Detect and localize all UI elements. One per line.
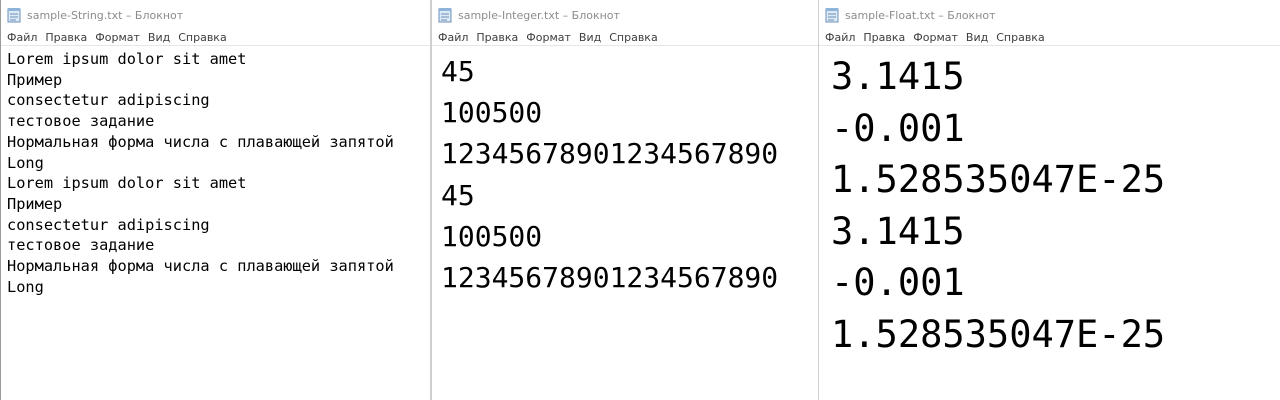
text-line: 12345678901234567890 xyxy=(441,137,779,171)
title-bar[interactable]: sample-Integer.txt – Блокнот xyxy=(432,0,818,30)
text-editor-area[interactable]: Lorem ipsum dolor sit amet Пример consec… xyxy=(1,46,430,297)
text-line: 45 xyxy=(441,55,475,88)
menu-help[interactable]: Справка xyxy=(178,31,226,44)
text-line: -0.001 xyxy=(831,261,965,304)
menu-help[interactable]: Справка xyxy=(996,31,1044,44)
menu-help[interactable]: Справка xyxy=(609,31,657,44)
text-line: Long xyxy=(7,277,44,296)
text-line: Lorem ipsum dolor sit amet xyxy=(7,174,247,193)
menu-edit[interactable]: Правка xyxy=(476,31,518,44)
window-title: sample-Integer.txt – Блокнот xyxy=(458,8,620,22)
text-line: 100500 xyxy=(441,96,543,130)
title-bar[interactable]: sample-String.txt – Блокнот xyxy=(1,0,430,30)
text-line: Нормальная форма числа с плавающей запят… xyxy=(7,132,394,151)
text-line: Пример xyxy=(7,70,63,89)
text-editor-area[interactable]: 3.1415 -0.001 1.528535047E-25 3.1415 -0.… xyxy=(819,46,1280,360)
menu-bar: Файл Правка Формат Вид Справка xyxy=(1,30,430,46)
menu-file[interactable]: Файл xyxy=(7,31,37,44)
menu-view[interactable]: Вид xyxy=(579,31,601,44)
text-line: тестовое задание xyxy=(7,236,155,255)
text-line: 45 xyxy=(441,178,475,212)
text-line: Пример xyxy=(7,194,63,213)
notepad-icon xyxy=(7,8,21,23)
window-title: sample-Float.txt – Блокнот xyxy=(845,8,996,22)
text-line: 100500 xyxy=(441,219,543,253)
text-line: 3.1415 xyxy=(831,209,965,253)
menu-file[interactable]: Файл xyxy=(825,31,855,44)
text-line: -0.001 xyxy=(831,106,965,150)
menu-file[interactable]: Файл xyxy=(438,31,468,44)
menu-edit[interactable]: Правка xyxy=(863,31,905,44)
menu-view[interactable]: Вид xyxy=(966,31,988,44)
notepad-window-string: sample-String.txt – Блокнот Файл Правка … xyxy=(0,0,431,400)
text-line: consectetur adipiscing xyxy=(7,215,210,234)
text-line: consectetur adipiscing xyxy=(7,91,210,110)
window-title: sample-String.txt – Блокнот xyxy=(27,8,184,22)
text-line: Нормальная форма числа с плавающей запят… xyxy=(7,257,394,276)
notepad-window-float: sample-Float.txt – Блокнот Файл Правка Ф… xyxy=(818,0,1280,400)
menu-format[interactable]: Формат xyxy=(913,31,958,44)
text-line: 3.1415 xyxy=(831,55,965,98)
title-bar[interactable]: sample-Float.txt – Блокнот xyxy=(819,0,1280,30)
text-line: тестовое задание xyxy=(7,112,155,131)
menu-bar: Файл Правка Формат Вид Справка xyxy=(819,30,1280,46)
text-line: 1.528535047E-25 xyxy=(831,158,1166,201)
text-line: Long xyxy=(7,153,44,172)
notepad-window-integer: sample-Integer.txt – Блокнот Файл Правка… xyxy=(431,0,819,400)
menu-edit[interactable]: Правка xyxy=(45,31,87,44)
menu-bar: Файл Правка Формат Вид Справка xyxy=(432,30,818,46)
text-line: 1.528535047E-25 xyxy=(831,312,1166,356)
text-line: 12345678901234567890 xyxy=(441,261,779,295)
text-editor-area[interactable]: 45 100500 12345678901234567890 45 100500… xyxy=(432,46,818,298)
notepad-icon xyxy=(438,8,452,23)
text-line: Lorem ipsum dolor sit amet xyxy=(7,50,247,68)
notepad-icon xyxy=(825,8,839,23)
menu-format[interactable]: Формат xyxy=(95,31,140,44)
menu-view[interactable]: Вид xyxy=(148,31,170,44)
menu-format[interactable]: Формат xyxy=(526,31,571,44)
